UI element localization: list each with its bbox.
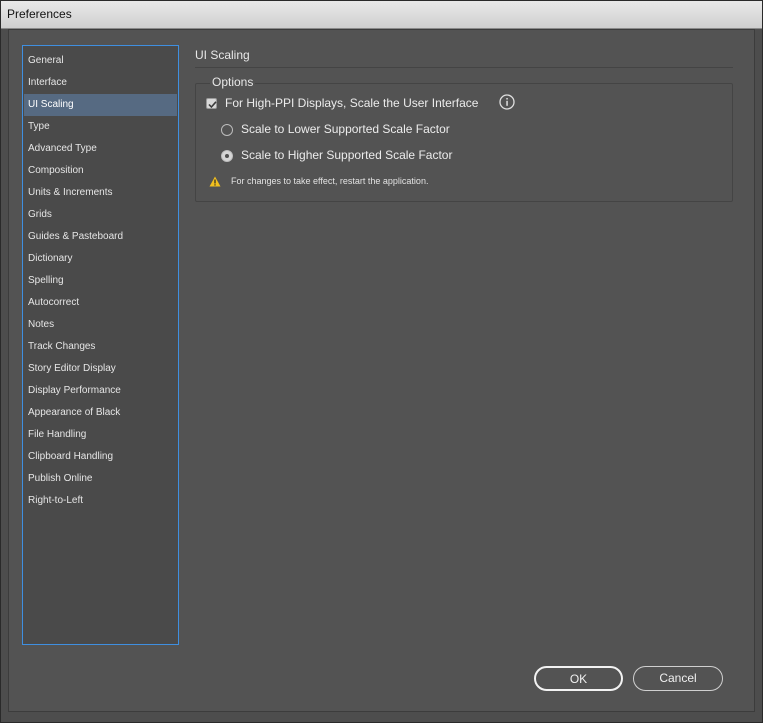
sidebar-item-units-increments[interactable]: Units & Increments xyxy=(24,182,177,204)
scale-higher-label[interactable]: Scale to Higher Supported Scale Factor xyxy=(241,148,452,162)
sidebar-item-advanced-type[interactable]: Advanced Type xyxy=(24,138,177,160)
cancel-button[interactable]: Cancel xyxy=(633,666,723,691)
sidebar-item-right-to-left[interactable]: Right-to-Left xyxy=(24,490,177,512)
sidebar-item-publish-online[interactable]: Publish Online xyxy=(24,468,177,490)
sidebar-item-type[interactable]: Type xyxy=(24,116,177,138)
sidebar-item-clipboard-handling[interactable]: Clipboard Handling xyxy=(24,446,177,468)
scale-lower-label[interactable]: Scale to Lower Supported Scale Factor xyxy=(241,122,450,136)
sidebar-item-composition[interactable]: Composition xyxy=(24,160,177,182)
window-title: Preferences xyxy=(7,7,72,21)
sidebar-item-general[interactable]: General xyxy=(24,50,177,72)
title-bar[interactable]: Preferences xyxy=(1,1,762,29)
sidebar-item-dictionary[interactable]: Dictionary xyxy=(24,248,177,270)
scale-higher-radio[interactable] xyxy=(221,150,233,162)
sidebar-item-file-handling[interactable]: File Handling xyxy=(24,424,177,446)
options-legend: Options xyxy=(210,75,256,89)
sidebar-item-autocorrect[interactable]: Autocorrect xyxy=(24,292,177,314)
scale-lower-radio[interactable] xyxy=(221,124,233,136)
restart-warning-text: For changes to take effect, restart the … xyxy=(231,176,429,186)
sidebar-item-interface[interactable]: Interface xyxy=(24,72,177,94)
section-divider xyxy=(195,67,733,68)
sidebar-item-track-changes[interactable]: Track Changes xyxy=(24,336,177,358)
dialog-content: General Interface UI Scaling Type Advanc… xyxy=(8,29,755,712)
preferences-sidebar: General Interface UI Scaling Type Advanc… xyxy=(22,45,179,645)
sidebar-item-ui-scaling[interactable]: UI Scaling xyxy=(24,94,177,116)
section-title: UI Scaling xyxy=(195,48,250,62)
sidebar-item-story-editor-display[interactable]: Story Editor Display xyxy=(24,358,177,380)
scale-ui-label[interactable]: For High-PPI Displays, Scale the User In… xyxy=(225,96,478,110)
sidebar-item-appearance-of-black[interactable]: Appearance of Black xyxy=(24,402,177,424)
sidebar-item-guides-pasteboard[interactable]: Guides & Pasteboard xyxy=(24,226,177,248)
warning-icon xyxy=(209,176,221,187)
sidebar-item-spelling[interactable]: Spelling xyxy=(24,270,177,292)
sidebar-item-grids[interactable]: Grids xyxy=(24,204,177,226)
sidebar-item-display-performance[interactable]: Display Performance xyxy=(24,380,177,402)
checkmark-icon xyxy=(208,101,217,109)
preferences-window: Preferences General Interface UI Scaling… xyxy=(0,0,763,723)
info-icon[interactable] xyxy=(499,94,515,110)
scale-ui-checkbox[interactable] xyxy=(206,98,217,109)
sidebar-item-notes[interactable]: Notes xyxy=(24,314,177,336)
ok-button[interactable]: OK xyxy=(534,666,623,691)
